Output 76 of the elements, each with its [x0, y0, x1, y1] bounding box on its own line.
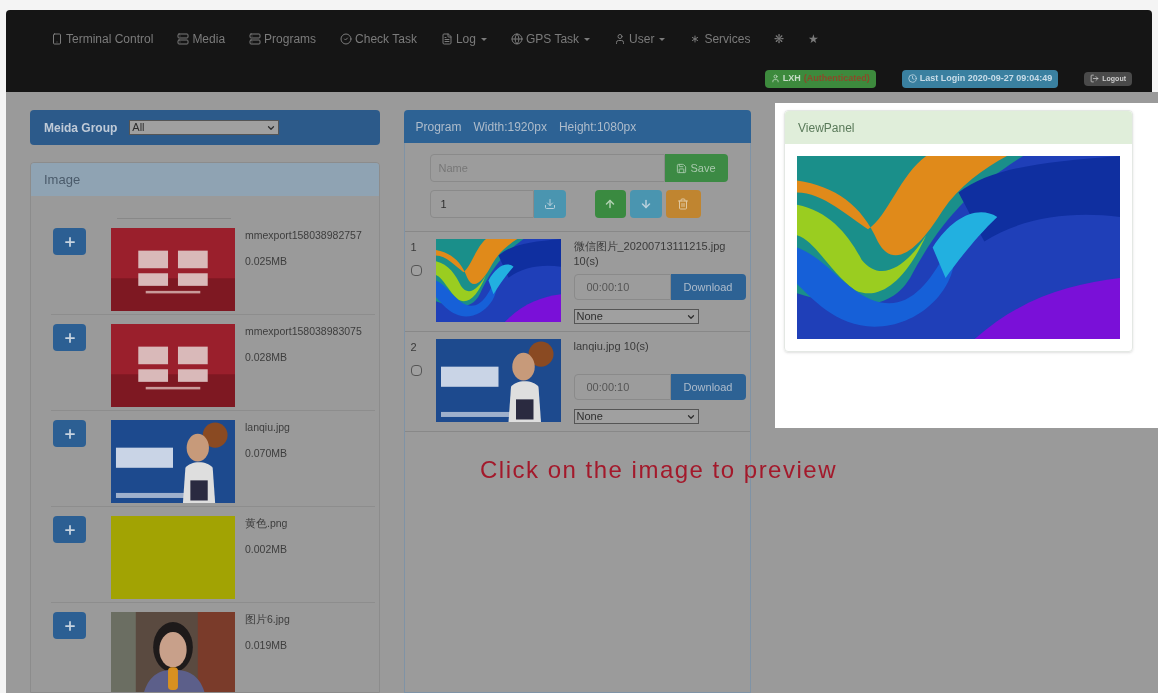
- media-group-select[interactable]: All: [129, 120, 280, 135]
- plus-icon: [62, 234, 77, 249]
- add-button[interactable]: [53, 612, 86, 639]
- download-icon: [543, 198, 556, 210]
- index-field[interactable]: 1: [429, 190, 534, 218]
- program-height: Height:1080px: [558, 118, 637, 136]
- add-button[interactable]: [53, 228, 86, 255]
- plus-icon: [62, 522, 77, 537]
- plus-icon: [62, 330, 77, 345]
- nav-icon: [614, 33, 627, 45]
- program-width: Width:1920px: [473, 118, 547, 136]
- checkbox[interactable]: [410, 364, 422, 376]
- nav-link[interactable]: Check Task: [340, 30, 417, 48]
- nav-link[interactable]: Media: [177, 30, 226, 48]
- nav-icon: [340, 33, 353, 45]
- trash-icon: [677, 198, 689, 210]
- nav-link[interactable]: Services: [689, 30, 751, 48]
- save-icon: [676, 162, 688, 174]
- save-button[interactable]: Save: [664, 154, 728, 182]
- file-name: lanqiu.jpg: [245, 420, 291, 435]
- logout-icon: [1090, 74, 1100, 84]
- user-badge: LXH (Authenticated): [764, 70, 876, 88]
- panel-title: ViewPanel: [798, 119, 855, 137]
- plus-icon: [62, 426, 77, 441]
- nav-link[interactable]: Programs: [249, 30, 317, 48]
- add-button[interactable]: [53, 420, 86, 447]
- file-size: 0.028MB: [245, 349, 289, 365]
- item-number: 2: [410, 340, 418, 355]
- media-group-label: Meida Group: [44, 119, 118, 137]
- nav-link[interactable]: GPS Task: [510, 30, 591, 48]
- panel-title: Image: [44, 170, 81, 189]
- nav-icon: [440, 33, 453, 45]
- move-down-button[interactable]: [629, 190, 662, 218]
- arrow-up-icon: [604, 198, 616, 210]
- annotation-text: Click on the image to preview: [480, 455, 837, 485]
- item-title: lanqiu.jpg 10(s): [573, 339, 650, 354]
- file-size: 0.002MB: [245, 541, 289, 557]
- nav-link[interactable]: ★: [808, 30, 820, 48]
- nav-link[interactable]: User: [614, 30, 666, 48]
- add-button[interactable]: [53, 516, 86, 543]
- file-size: 0.025MB: [245, 253, 289, 269]
- move-up-button[interactable]: [594, 190, 626, 218]
- time-field[interactable]: 00:00:10: [573, 274, 671, 300]
- insert-button[interactable]: [533, 190, 566, 218]
- time-field[interactable]: 00:00:10: [573, 374, 671, 400]
- caret-icon: [659, 37, 666, 41]
- item-number: 1: [410, 240, 418, 255]
- file-size: 0.019MB: [245, 637, 289, 653]
- checkbox[interactable]: [410, 264, 422, 276]
- nav-link[interactable]: ❋: [774, 30, 785, 48]
- nav-icon: [177, 33, 190, 45]
- nav-link[interactable]: Terminal Control: [51, 30, 154, 48]
- nav-link[interactable]: Log: [440, 30, 487, 48]
- download-button[interactable]: Download: [670, 374, 746, 400]
- last-login-badge: Last Login 2020-09-27 09:04:49: [901, 70, 1059, 88]
- caret-icon: [584, 37, 591, 41]
- transition-select[interactable]: None: [573, 409, 699, 424]
- caret-icon: [480, 37, 487, 41]
- user-icon: [770, 74, 780, 84]
- item-title: 微信图片_20200713111215.jpg 10(s): [573, 239, 727, 269]
- nav-icon: [51, 33, 63, 45]
- file-name: mmexport158038982757: [245, 228, 363, 243]
- arrow-down-icon: [639, 198, 652, 210]
- delete-button[interactable]: [665, 190, 701, 218]
- download-button[interactable]: Download: [670, 274, 746, 300]
- plus-icon: [62, 618, 77, 633]
- nav-icon: [249, 33, 262, 45]
- nav-icon: [510, 33, 523, 45]
- clock-icon: [907, 74, 917, 84]
- transition-select[interactable]: None: [573, 309, 699, 324]
- add-button[interactable]: [53, 324, 86, 351]
- file-name: 黄色.png: [245, 516, 289, 531]
- file-name: 图片6.jpg: [245, 612, 291, 627]
- file-name: mmexport158038983075: [245, 324, 363, 339]
- program-title: Program: [415, 118, 462, 136]
- file-size: 0.070MB: [245, 445, 289, 461]
